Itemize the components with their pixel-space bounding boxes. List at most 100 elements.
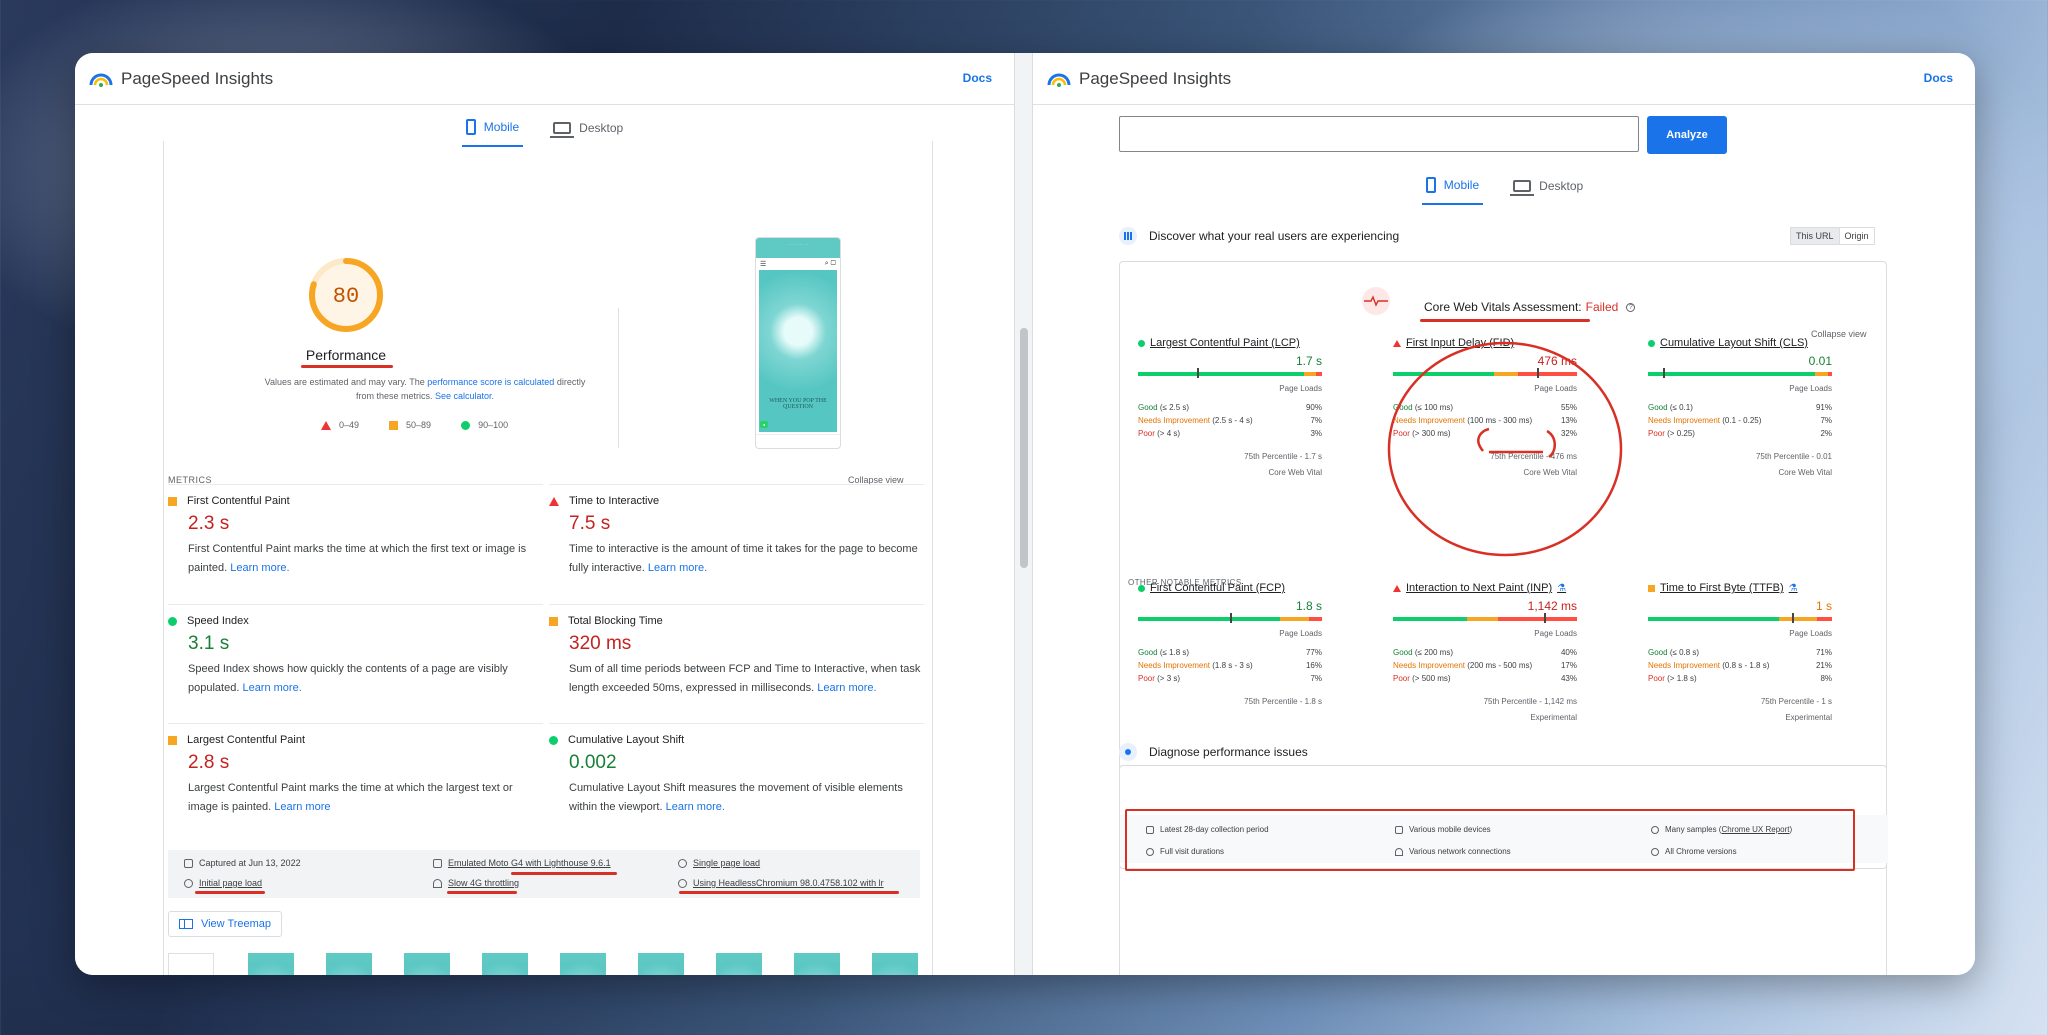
screenshot-nav: ☰ ⌕ ▢ [756,258,840,270]
ni-threshold: (0.8 s - 1.8 s) [1722,661,1770,670]
bar-good [1138,372,1304,376]
score-calc-link[interactable]: performance score is calculated [427,377,554,387]
learn-more-link[interactable]: Learn more. [242,682,301,694]
url-input[interactable] [1119,116,1639,152]
scrollbar-thumb[interactable] [1020,328,1028,568]
throttling-text: Slow 4G throttling [448,878,520,888]
throttling-info[interactable]: Slow 4G throttling [433,878,519,888]
diagnose-icon [1119,743,1137,761]
calendar-icon [184,858,193,868]
good-label: Good [1648,403,1668,412]
learn-more-link[interactable]: Learn more. [666,801,725,813]
learn-more-link[interactable]: Learn more [274,801,330,813]
device-text: Emulated Moto G4 with Lighthouse 9.6.1 [448,858,611,868]
cart-icon: ⌕ ▢ [824,260,836,267]
analyze-button[interactable]: Analyze [1647,116,1727,154]
field-metric-title[interactable]: Cumulative Layout Shift (CLS) [1648,337,1832,349]
device-info[interactable]: Emulated Moto G4 with Lighthouse 9.6.1 [433,858,611,868]
metric-footer: Experimental [1785,713,1832,722]
poor-threshold: (> 4 s) [1157,429,1181,438]
percentile-text: 75th Percentile - 1.8 s [1244,697,1322,706]
field-metric-title[interactable]: Interaction to Next Paint (INP) ⚗ [1393,582,1577,594]
bar-needs-improvement [1279,617,1310,621]
experimental-beaker-icon: ⚗ [1557,582,1567,594]
pass-circle-icon [1138,339,1145,347]
note-text: Values are estimated and may vary. The [264,377,428,387]
metric-value: 7.5 s [569,513,611,534]
pane-splitter[interactable] [1015,53,1033,975]
pagespeed-logo-icon [1047,69,1071,89]
bar-needs-improvement [1303,372,1317,376]
help-icon[interactable]: ? [1626,302,1636,312]
timer-icon [184,878,193,888]
good-row: Good (≤ 200 ms) 40% [1393,646,1577,659]
docs-link[interactable]: Docs [963,71,992,85]
left-topbar: PageSpeed Insights Docs [75,53,1014,105]
whatsapp-badge: ● [760,421,769,428]
pagespeed-logo-icon [89,69,113,89]
app-window: PageSpeed Insights Docs Mobile Desktop 8… [75,53,1975,975]
ni-row: Needs Improvement (1.8 s - 3 s) 16% [1138,659,1322,672]
single-load-info[interactable]: Single page load [678,858,760,868]
field-metric-name: Time to First Byte (TTFB) [1660,582,1784,594]
field-metric: Time to First Byte (TTFB) ⚗ 1 s Page Loads G… [1648,582,1832,722]
ni-pct: 21% [1815,661,1832,670]
initial-load-info[interactable]: Initial page load [184,878,262,888]
diagnose-heading: Diagnose performance issues [1119,743,1308,761]
ni-threshold: (0.1 - 0.25) [1722,416,1762,425]
poor-row: Poor (> 4 s) 3% [1138,427,1322,440]
good-label: Good [1138,648,1158,657]
field-metric-title[interactable]: First Contentful Paint (FCP) [1138,582,1322,594]
annotation-underline [511,872,617,875]
ni-threshold: (200 ms - 500 ms) [1467,661,1533,670]
field-metric-title[interactable]: Time to First Byte (TTFB) ⚗ [1648,582,1832,594]
ni-label: Needs Improvement [1393,661,1466,670]
field-data-heading: Discover what your real users are experi… [1119,227,1399,245]
menu-icon: ☰ [760,261,767,268]
field-metric: Largest Contentful Paint (LCP) 1.7 s Page … [1138,337,1322,477]
ni-label: Needs Improvement [1138,416,1211,425]
bar-good [1138,617,1280,621]
field-metric-value: 1,142 ms [1527,599,1577,613]
legend-average: 50–89 [406,420,432,430]
fail-triangle-icon [1393,584,1401,592]
metric-name: First Contentful Paint [187,495,290,507]
percentile-pin-icon [1791,613,1794,623]
learn-more-link[interactable]: Learn more. [648,562,707,574]
origin-toggle[interactable]: Origin [1840,228,1874,244]
tab-mobile[interactable]: Mobile [1421,169,1484,205]
ni-row: Needs Improvement (2.5 s - 4 s) 7% [1138,414,1322,427]
treemap-icon [178,919,193,929]
laptop-icon [1510,180,1535,196]
browser-info[interactable]: Using HeadlessChromium 98.0.4758.102 wit… [678,878,884,888]
poor-threshold: (> 0.25) [1667,429,1695,438]
average-square-icon [168,735,177,745]
docs-link[interactable]: Docs [1924,71,1953,85]
poor-label: Poor [1648,429,1665,438]
field-metric-name: Largest Contentful Paint (LCP) [1150,337,1300,349]
filmstrip-frame [482,953,528,975]
tab-desktop[interactable]: Desktop [1509,169,1587,205]
view-treemap-button[interactable]: View Treemap [168,911,282,937]
pass-circle-icon [549,735,558,745]
filmstrip-frame [560,953,606,975]
page-loads-label: Page Loads [1279,384,1322,393]
poor-label: Poor [1393,674,1410,683]
bar-good [1648,617,1779,621]
metric-value: 2.3 s [188,513,230,534]
calculator-link[interactable]: See calculator. [435,391,494,401]
page-loads-label: Page Loads [1789,629,1832,638]
bar-poor [1817,617,1832,621]
poor-pct: 7% [1310,674,1322,683]
field-metric-title[interactable]: Largest Contentful Paint (LCP) [1138,337,1322,349]
field-metric: First Contentful Paint (FCP) 1.8 s Page Lo… [1138,582,1322,713]
learn-more-link[interactable]: Learn more. [230,562,289,574]
field-metric-value: 1 s [1815,599,1832,613]
filmstrip [168,953,920,975]
average-square-icon [1648,584,1655,592]
learn-more-link[interactable]: Learn more. [817,682,876,694]
values-note: Values are estimated and may vary. The p… [260,375,590,403]
this-url-toggle[interactable]: This URL [1791,228,1840,244]
field-metric-value: 0.01 [1808,354,1832,368]
poor-pct: 3% [1310,429,1322,438]
